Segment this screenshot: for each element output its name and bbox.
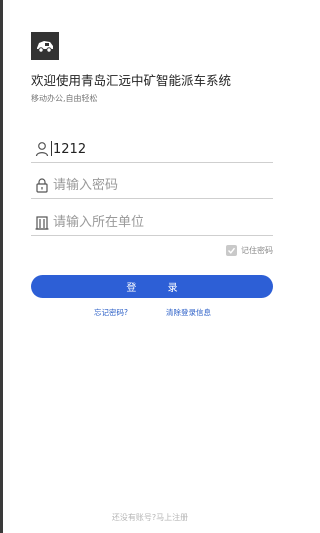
remember-password-toggle[interactable]: 记住密码	[226, 245, 273, 256]
page-title: 欢迎使用青岛汇远中矿智能派车系统	[31, 73, 232, 88]
building-icon	[35, 216, 49, 230]
remember-checkbox[interactable]	[226, 245, 237, 256]
remember-label: 记住密码	[241, 246, 273, 255]
app-logo	[31, 32, 59, 60]
clear-login-info-link[interactable]: 清除登录信息	[166, 307, 211, 318]
password-field	[31, 172, 273, 199]
company-input[interactable]	[53, 211, 268, 233]
username-input[interactable]	[53, 138, 268, 160]
lock-icon	[36, 178, 48, 193]
company-field	[31, 209, 273, 236]
username-field	[31, 136, 273, 163]
forgot-password-link[interactable]: 忘记密码?	[94, 307, 128, 318]
page-subtitle: 移动办公,自由轻松	[31, 94, 98, 103]
window-edge	[0, 0, 3, 533]
check-icon	[228, 247, 236, 254]
register-link[interactable]: 还没有账号?马上注册	[0, 512, 300, 523]
user-icon	[35, 142, 49, 157]
text-cursor	[51, 141, 52, 156]
login-button[interactable]: 登 录	[31, 275, 273, 298]
truck-icon	[37, 41, 53, 53]
password-input[interactable]	[53, 174, 268, 196]
